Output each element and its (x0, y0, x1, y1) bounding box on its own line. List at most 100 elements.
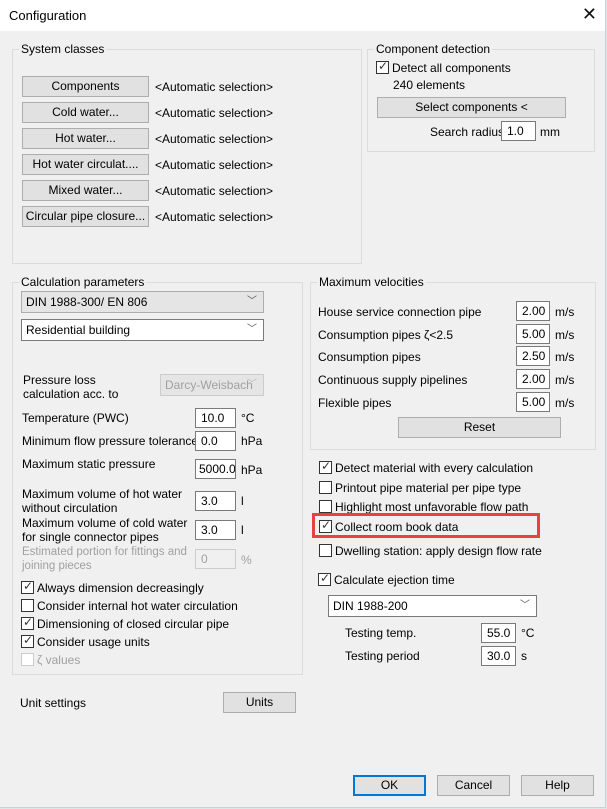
chevron-down-icon: ﹀ (247, 324, 257, 335)
temperature-input[interactable]: 10.0 (195, 408, 236, 428)
building-type-dropdown[interactable]: Residential building ﹀ (21, 319, 264, 341)
max-cold-water-volume-label: Maximum volume of cold water for single … (22, 516, 188, 544)
standard-dropdown[interactable]: DIN 1988-300/ EN 806 ﹀ (21, 291, 264, 313)
pressure-loss-label: Pressure loss calculation acc. to (23, 373, 119, 401)
configuration-dialog: Configuration ✕ System classes Component… (0, 0, 606, 808)
closed-circular-pipe-checkbox[interactable]: ✓ (21, 615, 34, 630)
dwelling-station-label: Dwelling station: apply design flow rate (335, 544, 542, 558)
temperature-label: Temperature (PWC) (22, 411, 129, 425)
velocity-input-flexible[interactable]: 5.00 (516, 392, 550, 412)
element-count: 240 elements (393, 78, 466, 92)
ok-button[interactable]: OK (353, 775, 426, 796)
velocity-label-continuous-supply: Continuous supply pipelines (318, 373, 468, 387)
velocity-input-consumption-zeta[interactable]: 5.00 (516, 324, 550, 344)
hot-water-selection: <Automatic selection> (155, 132, 274, 146)
mixed-water-button[interactable]: Mixed water... (22, 180, 149, 201)
checkmark-icon: ✓ (321, 459, 332, 473)
testing-period-unit: s (521, 649, 527, 663)
hot-water-button[interactable]: Hot water... (22, 128, 149, 149)
hot-water-circulation-selection: <Automatic selection> (155, 158, 274, 172)
reset-button[interactable]: Reset (398, 417, 561, 438)
always-dimension-decreasingly-label: Always dimension decreasingly (37, 581, 204, 595)
detect-all-components-checkbox[interactable]: ✓ (376, 59, 389, 74)
circular-pipe-closure-button[interactable]: Circular pipe closure... (22, 206, 149, 227)
velocity-input-consumption[interactable]: 2.50 (516, 346, 550, 366)
velocity-label-consumption-zeta: Consumption pipes ζ<2.5 (318, 328, 454, 342)
checkmark-icon: ✓ (23, 633, 34, 647)
cold-water-button[interactable]: Cold water... (22, 102, 149, 123)
dwelling-station-checkbox[interactable] (319, 544, 332, 557)
testing-temp-input[interactable]: 55.0 (481, 623, 516, 643)
consider-internal-circulation-checkbox[interactable] (21, 599, 34, 612)
ejection-standard-dropdown[interactable]: DIN 1988-200 ﹀ (328, 595, 537, 617)
select-components-button[interactable]: Select components < (377, 97, 566, 118)
min-flow-pressure-input[interactable]: 0.0 (195, 431, 236, 451)
calculation-parameters-title: Calculation parameters (19, 275, 147, 289)
max-static-pressure-label: Maximum static pressure (22, 457, 156, 471)
max-hot-water-volume-unit: l (241, 494, 244, 508)
detect-all-components-label: Detect all components (392, 61, 511, 75)
search-radius-unit: mm (540, 125, 560, 139)
highlight-flow-path-checkbox[interactable] (319, 500, 332, 513)
max-velocities-title: Maximum velocities (317, 275, 426, 289)
max-hot-water-volume-input[interactable]: 3.0 (195, 491, 236, 511)
velocity-label-house-service: House service connection pipe (318, 305, 482, 319)
velocity-unit: m/s (555, 328, 575, 342)
checkmark-icon: ✓ (320, 571, 331, 585)
fittings-portion-label: Estimated portion for fittings and joini… (22, 546, 187, 572)
chevron-down-icon: ﹀ (247, 296, 257, 307)
window-title: Configuration (9, 8, 87, 23)
zeta-values-label: ζ values (37, 653, 81, 667)
max-cold-water-volume-input[interactable]: 3.0 (195, 520, 236, 540)
fittings-portion-unit: % (241, 553, 252, 567)
velocity-label-flexible: Flexible pipes (318, 396, 392, 410)
velocity-unit: m/s (555, 396, 575, 410)
checkmark-icon: ✓ (321, 518, 332, 532)
search-radius-input[interactable]: 1.0 (501, 121, 536, 141)
chevron-down-icon: ﹀ (247, 379, 257, 390)
components-selection: <Automatic selection> (155, 80, 274, 94)
detect-material-checkbox[interactable]: ✓ (319, 459, 332, 474)
components-button[interactable]: Components (22, 76, 149, 97)
max-static-pressure-input[interactable]: 5000.0 (195, 459, 236, 479)
closed-circular-pipe-label: Dimensioning of closed circular pipe (37, 617, 230, 631)
cancel-button[interactable]: Cancel (437, 775, 510, 796)
highlight-flow-path-label: Highlight most unfavorable flow path (335, 500, 529, 514)
search-radius-label: Search radius (430, 125, 505, 139)
calculate-ejection-time-checkbox[interactable]: ✓ (318, 571, 331, 586)
consider-internal-circulation-label: Consider internal hot water circulation (37, 599, 238, 613)
collect-room-book-data-checkbox[interactable]: ✓ (319, 518, 332, 533)
detect-material-label: Detect material with every calculation (335, 461, 534, 475)
calculate-ejection-time-label: Calculate ejection time (334, 573, 455, 587)
checkmark-icon: ✓ (378, 59, 389, 73)
building-type-value: Residential building (26, 323, 131, 337)
pressure-loss-value: Darcy-Weisbach (165, 378, 253, 392)
always-dimension-decreasingly-checkbox[interactable]: ✓ (21, 579, 34, 594)
velocity-input-continuous-supply[interactable]: 2.00 (516, 369, 550, 389)
units-button[interactable]: Units (223, 692, 296, 713)
max-static-pressure-unit: hPa (241, 463, 263, 477)
velocity-unit: m/s (555, 373, 575, 387)
mixed-water-selection: <Automatic selection> (155, 184, 274, 198)
help-button[interactable]: Help (521, 775, 594, 796)
consider-usage-units-checkbox[interactable]: ✓ (21, 633, 34, 648)
testing-period-input[interactable]: 30.0 (481, 646, 516, 666)
testing-period-label: Testing period (345, 649, 420, 663)
checkmark-icon: ✓ (23, 579, 34, 593)
printout-pipe-material-label: Printout pipe material per pipe type (335, 481, 522, 495)
zeta-values-checkbox (21, 653, 34, 666)
velocity-input-house-service[interactable]: 2.00 (516, 301, 550, 321)
hot-water-circulation-button[interactable]: Hot water circulat.... (22, 154, 149, 175)
max-hot-water-volume-label: Maximum volume of hot water without circ… (22, 487, 183, 515)
collect-room-book-data-label: Collect room book data (335, 520, 459, 534)
max-cold-water-volume-unit: l (241, 523, 244, 537)
chevron-down-icon: ﹀ (520, 600, 530, 611)
velocity-unit: m/s (555, 350, 575, 364)
unit-settings-label: Unit settings (20, 696, 87, 710)
checkmark-icon: ✓ (23, 615, 34, 629)
consider-usage-units-label: Consider usage units (37, 635, 150, 649)
close-icon[interactable]: ✕ (582, 4, 597, 24)
printout-pipe-material-checkbox[interactable] (319, 481, 332, 494)
min-flow-pressure-unit: hPa (241, 434, 263, 448)
testing-temp-label: Testing temp. (345, 626, 417, 640)
